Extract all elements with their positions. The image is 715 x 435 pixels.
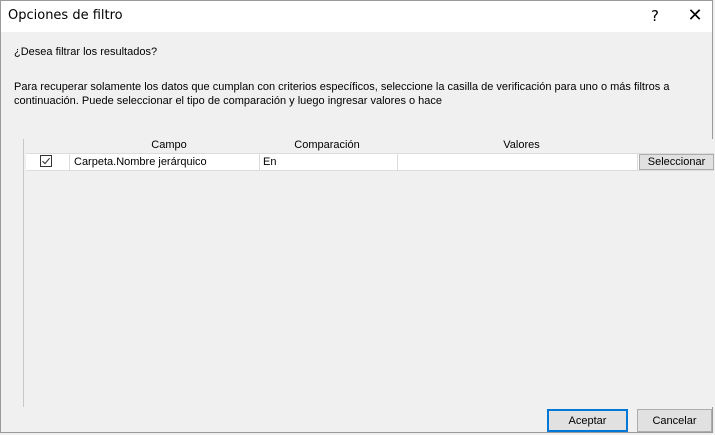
values-cell[interactable] <box>398 154 638 170</box>
window-title: Opciones de filtro <box>8 8 123 23</box>
comparison-cell[interactable]: En <box>260 154 398 170</box>
filter-question: ¿Desea filtrar los resultados? <box>14 46 158 58</box>
filter-grid: Campo Comparación Valores Carpeta.Nombre… <box>23 139 714 407</box>
filter-instructions: Para recuperar solamente los datos que c… <box>14 81 670 107</box>
cancel-button[interactable]: Cancelar <box>637 409 712 432</box>
table-row: Carpeta.Nombre jerárquico En Seleccionar <box>26 153 714 171</box>
accept-button[interactable]: Aceptar <box>547 409 628 432</box>
column-header-comparacion[interactable]: Comparación <box>260 139 394 151</box>
title-bar[interactable]: Opciones de filtro ? ✕ <box>1 1 712 32</box>
filter-checkbox[interactable] <box>40 155 52 167</box>
help-button[interactable]: ? <box>641 4 669 28</box>
filter-options-dialog: Opciones de filtro ? ✕ ¿Desea filtrar lo… <box>0 0 714 433</box>
checkmark-icon <box>42 157 51 165</box>
column-header-campo[interactable]: Campo <box>74 139 264 151</box>
close-button[interactable]: ✕ <box>681 4 709 28</box>
field-cell[interactable]: Carpeta.Nombre jerárquico <box>70 154 260 170</box>
row-checkbox-cell <box>26 154 70 170</box>
select-values-button[interactable]: Seleccionar <box>639 154 714 170</box>
grid-header: Campo Comparación Valores <box>24 139 714 153</box>
column-header-valores[interactable]: Valores <box>399 139 644 151</box>
